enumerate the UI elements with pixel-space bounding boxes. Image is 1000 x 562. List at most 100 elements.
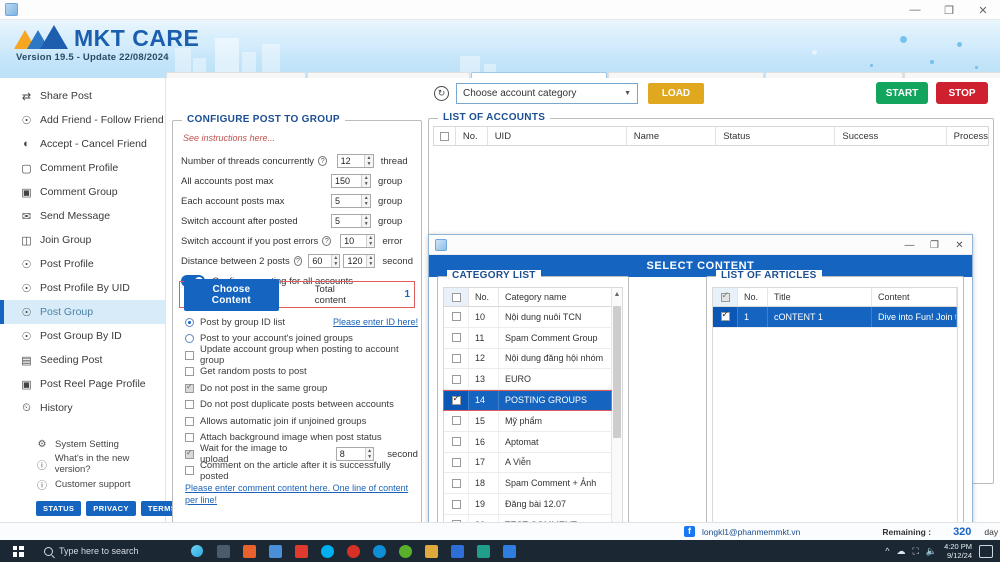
network-icon[interactable]: ⛶: [913, 546, 919, 557]
tray-expand-icon[interactable]: ^: [885, 546, 889, 556]
stepper-arrows[interactable]: ▲▼: [364, 155, 372, 167]
sidebar-item-add-friend[interactable]: ☉ Add Friend - Follow Friend: [0, 108, 165, 132]
dialog-maximize-button[interactable]: ❐: [922, 235, 947, 255]
row-checkbox[interactable]: [444, 349, 469, 369]
window-close-button[interactable]: ✕: [966, 0, 1000, 20]
sidebar-item-history[interactable]: ⏲ History: [0, 396, 165, 420]
row-checkbox[interactable]: [444, 390, 469, 410]
help-icon[interactable]: ?: [294, 256, 302, 266]
row-checkbox[interactable]: [444, 369, 469, 389]
option-update-account-group[interactable]: Update account group when posting to acc…: [185, 347, 421, 364]
account-category-select[interactable]: Choose account category ▼: [456, 83, 638, 104]
taskbar-app-chrome[interactable]: [340, 540, 366, 562]
dialog-close-button[interactable]: ✕: [947, 235, 972, 255]
table-row[interactable]: 17 A Viễn: [444, 453, 622, 474]
stop-button[interactable]: STOP: [936, 82, 988, 104]
taskbar-app-blue[interactable]: [444, 540, 470, 562]
window-minimize-button[interactable]: —: [898, 0, 932, 20]
threads-stepper[interactable]: ▲▼: [337, 154, 374, 168]
sidebar-item-post-profile-by-uid[interactable]: ☉ Post Profile By UID: [0, 276, 165, 300]
checkbox-icon[interactable]: [185, 450, 194, 459]
each-account-posts-max-input[interactable]: [332, 195, 361, 207]
sidebar-item-post-profile[interactable]: ☉ Post Profile: [0, 252, 165, 276]
table-row[interactable]: 19 Đăng bài 12.07: [444, 494, 622, 515]
stepper-arrows[interactable]: ▲▼: [366, 255, 374, 267]
sidebar-item-system-setting[interactable]: ⚙ System Setting: [0, 434, 165, 454]
articles-table-body[interactable]: 1 cONTENT 1 Dive into Fun! Join the Fish…: [713, 307, 957, 537]
articles-select-all-checkbox[interactable]: [713, 288, 738, 306]
radio-icon[interactable]: [185, 318, 194, 327]
category-table-body[interactable]: 10 Nội dung nuôi TCN 11 Spam Comment Gro…: [444, 307, 622, 549]
checkbox-icon[interactable]: [185, 433, 194, 442]
load-accounts-button[interactable]: LOAD: [648, 83, 704, 104]
task-view-button[interactable]: [210, 540, 236, 562]
taskbar-app-green[interactable]: [392, 540, 418, 562]
stepper-arrows[interactable]: ▲▼: [331, 255, 339, 267]
row-checkbox[interactable]: [713, 307, 738, 327]
refresh-icon[interactable]: ↻: [434, 86, 449, 101]
help-icon[interactable]: ?: [322, 236, 331, 246]
stepper-arrows[interactable]: ▲▼: [361, 175, 370, 187]
checkbox-icon[interactable]: [185, 351, 194, 360]
row-checkbox[interactable]: [444, 473, 469, 493]
taskbar-app-skype[interactable]: [314, 540, 340, 562]
table-row[interactable]: 16 Aptomat: [444, 432, 622, 453]
taskbar-app-edge[interactable]: [366, 540, 392, 562]
distance-to-input[interactable]: [344, 255, 366, 267]
table-row-selected[interactable]: 1 cONTENT 1 Dive into Fun! Join the Fish…: [713, 307, 957, 328]
notifications-icon[interactable]: [979, 545, 993, 558]
privacy-pill[interactable]: PRIVACY: [86, 501, 136, 516]
all-accounts-post-max-stepper[interactable]: ▲▼: [331, 174, 371, 188]
checkbox-icon[interactable]: [185, 417, 194, 426]
scroll-up-icon[interactable]: ▲: [612, 288, 622, 300]
cloud-icon[interactable]: ☁: [897, 546, 906, 557]
option-auto-join-unjoined-groups[interactable]: Allows automatic join if unjoined groups: [185, 413, 421, 430]
checkbox-icon[interactable]: [185, 400, 194, 409]
windows-start-button[interactable]: [0, 540, 36, 562]
option-comment-after-posted[interactable]: Comment on the article after it is succe…: [185, 463, 421, 480]
row-checkbox[interactable]: [444, 453, 469, 473]
distance-from-input[interactable]: [309, 255, 331, 267]
radio-icon[interactable]: [185, 334, 194, 343]
enter-id-link[interactable]: Please enter ID here!: [333, 317, 418, 327]
all-accounts-post-max-input[interactable]: [332, 175, 361, 187]
checkbox-icon[interactable]: [185, 466, 194, 475]
sidebar-item-comment-profile[interactable]: ▢ Comment Profile: [0, 156, 165, 180]
checkbox-icon[interactable]: [185, 384, 194, 393]
switch-account-after-posted-stepper[interactable]: ▲▼: [331, 214, 371, 228]
start-button[interactable]: START: [876, 82, 928, 104]
scrollbar-thumb[interactable]: [613, 306, 621, 438]
taskbar-app-explorer[interactable]: [262, 540, 288, 562]
stepper-arrows[interactable]: ▲▼: [365, 448, 373, 460]
sidebar-item-join-group[interactable]: ◫ Join Group: [0, 228, 165, 252]
taskbar-app-teal[interactable]: [470, 540, 496, 562]
taskbar-app-store[interactable]: [236, 540, 262, 562]
wait-image-input[interactable]: [337, 448, 365, 460]
help-icon[interactable]: ?: [318, 156, 327, 166]
sidebar-item-post-group-by-id[interactable]: ☉ Post Group By ID: [0, 324, 165, 348]
table-row[interactable]: 12 Nội dung đăng hội nhóm: [444, 349, 622, 370]
sidebar-item-seeding-post[interactable]: ▤ Seeding Post: [0, 348, 165, 372]
row-checkbox[interactable]: [444, 328, 469, 348]
checkbox-icon[interactable]: [185, 367, 194, 376]
category-vertical-scrollbar[interactable]: ▲ ▼: [611, 288, 622, 549]
switch-account-errors-input[interactable]: [341, 235, 366, 247]
taskbar-app-active[interactable]: [496, 540, 522, 562]
sidebar-item-share-post[interactable]: ⇄ Share Post: [0, 84, 165, 108]
sidebar-item-accept-cancel-friend[interactable]: ◐ Accept - Cancel Friend: [0, 132, 165, 156]
switch-account-after-posted-input[interactable]: [332, 215, 361, 227]
sidebar-item-post-group[interactable]: ☉ Post Group: [0, 300, 165, 324]
switch-account-errors-stepper[interactable]: ▲▼: [340, 234, 375, 248]
row-checkbox[interactable]: [444, 307, 469, 327]
status-pill[interactable]: STATUS: [36, 501, 81, 516]
row-checkbox[interactable]: [444, 432, 469, 452]
distance-from-stepper[interactable]: ▲▼: [308, 254, 340, 268]
sidebar-item-customer-support[interactable]: ⓘ Customer support: [0, 474, 165, 494]
cortana-button[interactable]: [184, 540, 210, 562]
window-maximize-button[interactable]: ❐: [932, 0, 966, 20]
taskbar-app-folder[interactable]: [418, 540, 444, 562]
category-select-all-checkbox[interactable]: [444, 288, 469, 306]
row-checkbox[interactable]: [444, 494, 469, 514]
dialog-minimize-button[interactable]: —: [897, 235, 922, 255]
instructions-link[interactable]: See instructions here...: [183, 133, 421, 143]
